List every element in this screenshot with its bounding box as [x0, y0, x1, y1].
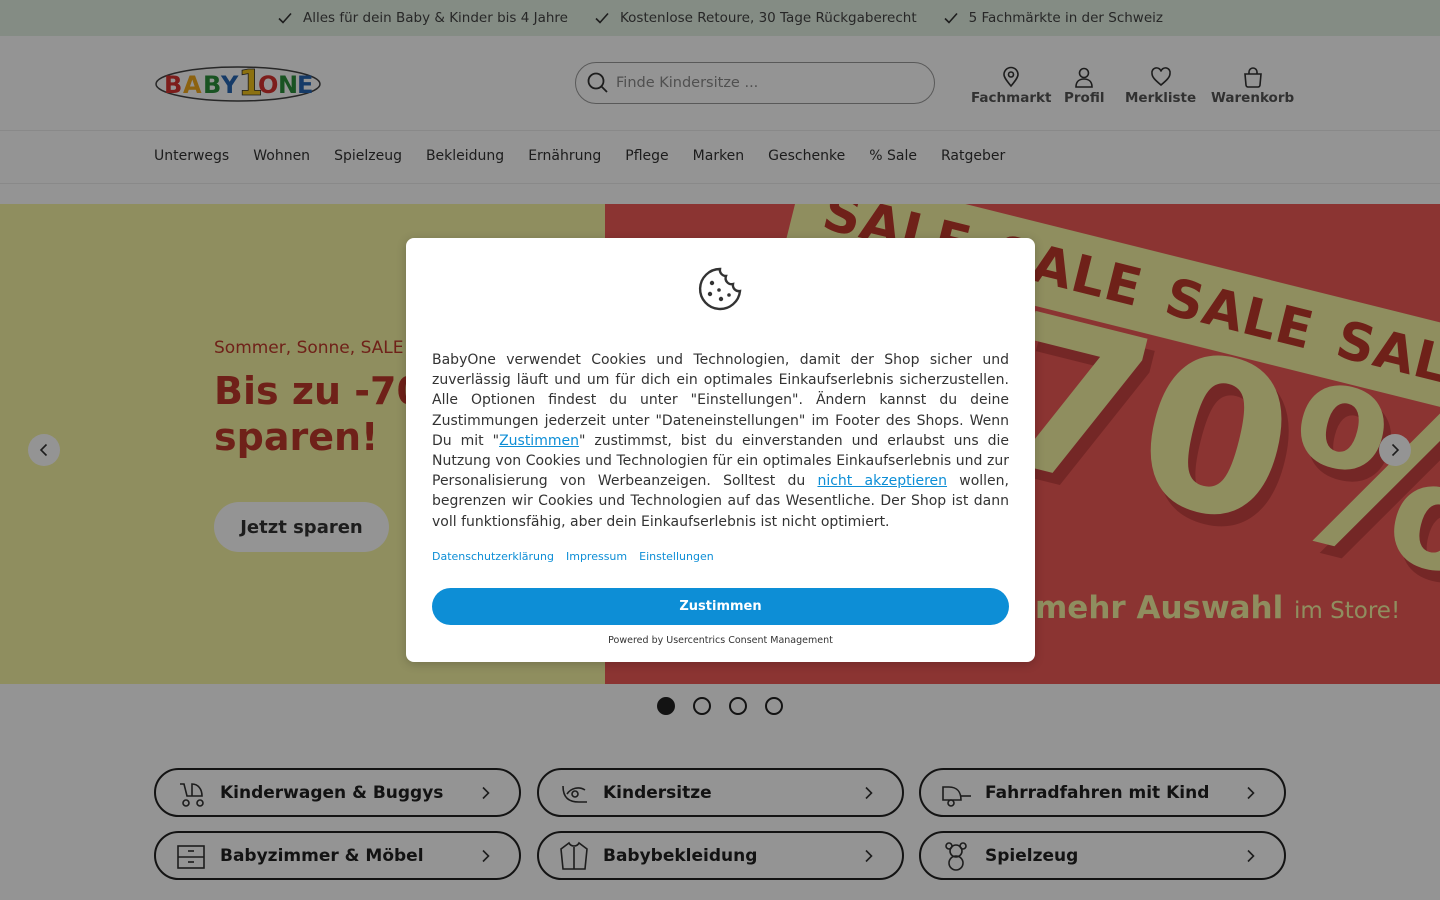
privacy-policy-link[interactable]: Datenschutzerklärung [432, 550, 554, 563]
powered-by-text: Powered by Usercentrics Consent Manageme… [608, 635, 833, 646]
imprint-link[interactable]: Impressum [566, 550, 627, 563]
cookie-consent-dialog: BabyOne verwendet Cookies und Technologi… [406, 238, 1035, 662]
settings-link[interactable]: Einstellungen [639, 550, 714, 563]
decline-inline-link[interactable]: nicht akzeptieren [817, 473, 947, 489]
cookie-text: BabyOne verwendet Cookies und Technologi… [432, 350, 1009, 532]
cookie-links: Datenschutzerklärung Impressum Einstellu… [432, 550, 714, 563]
accept-inline-link[interactable]: Zustimmen [499, 433, 579, 449]
cookie-icon [698, 267, 742, 311]
accept-button[interactable]: Zustimmen [432, 588, 1009, 625]
